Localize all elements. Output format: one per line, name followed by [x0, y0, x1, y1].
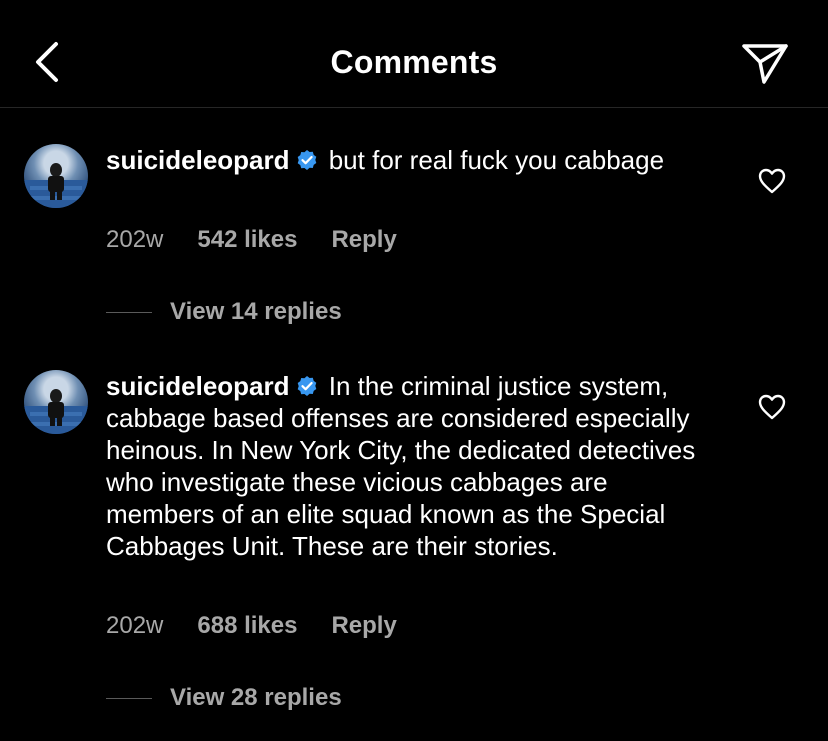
paper-plane-icon [742, 44, 788, 84]
comment-text: but for real fuck you cabbage [321, 145, 665, 175]
avatar-image [24, 163, 88, 208]
comments-header: Comments [0, 0, 828, 108]
heart-icon [758, 394, 786, 420]
comment-body: suicideleopard but for real fuck you cab… [106, 144, 716, 176]
divider-line [106, 697, 152, 699]
comment-body: suicideleopard In the criminal justice s… [106, 370, 706, 562]
comment-username[interactable]: suicideleopard [106, 145, 290, 175]
likes-count[interactable]: 688 likes [197, 612, 297, 640]
heart-icon [758, 168, 786, 194]
comment-meta: 202w 688 likes Reply [106, 612, 397, 640]
like-button[interactable] [758, 168, 786, 194]
avatar-image [24, 389, 88, 434]
divider-line [106, 311, 152, 313]
like-button[interactable] [758, 394, 786, 420]
comment-age: 202w [106, 226, 164, 253]
reply-button[interactable]: Reply [331, 226, 396, 254]
view-replies-button[interactable]: View 14 replies [106, 298, 342, 326]
avatar[interactable] [24, 144, 88, 208]
comment-age: 202w [106, 612, 164, 639]
view-replies-button[interactable]: View 28 replies [106, 684, 342, 712]
avatar[interactable] [24, 370, 88, 434]
reply-button[interactable]: Reply [331, 612, 396, 640]
verified-badge-icon [297, 150, 316, 170]
share-button[interactable] [740, 40, 790, 86]
comment-username[interactable]: suicideleopard [106, 371, 290, 401]
view-replies-label: View 14 replies [170, 298, 342, 325]
likes-count[interactable]: 542 likes [197, 226, 297, 254]
view-replies-label: View 28 replies [170, 684, 342, 711]
page-title: Comments [330, 44, 498, 80]
comment-meta: 202w 542 likes Reply [106, 226, 397, 254]
verified-badge-icon [297, 376, 316, 396]
